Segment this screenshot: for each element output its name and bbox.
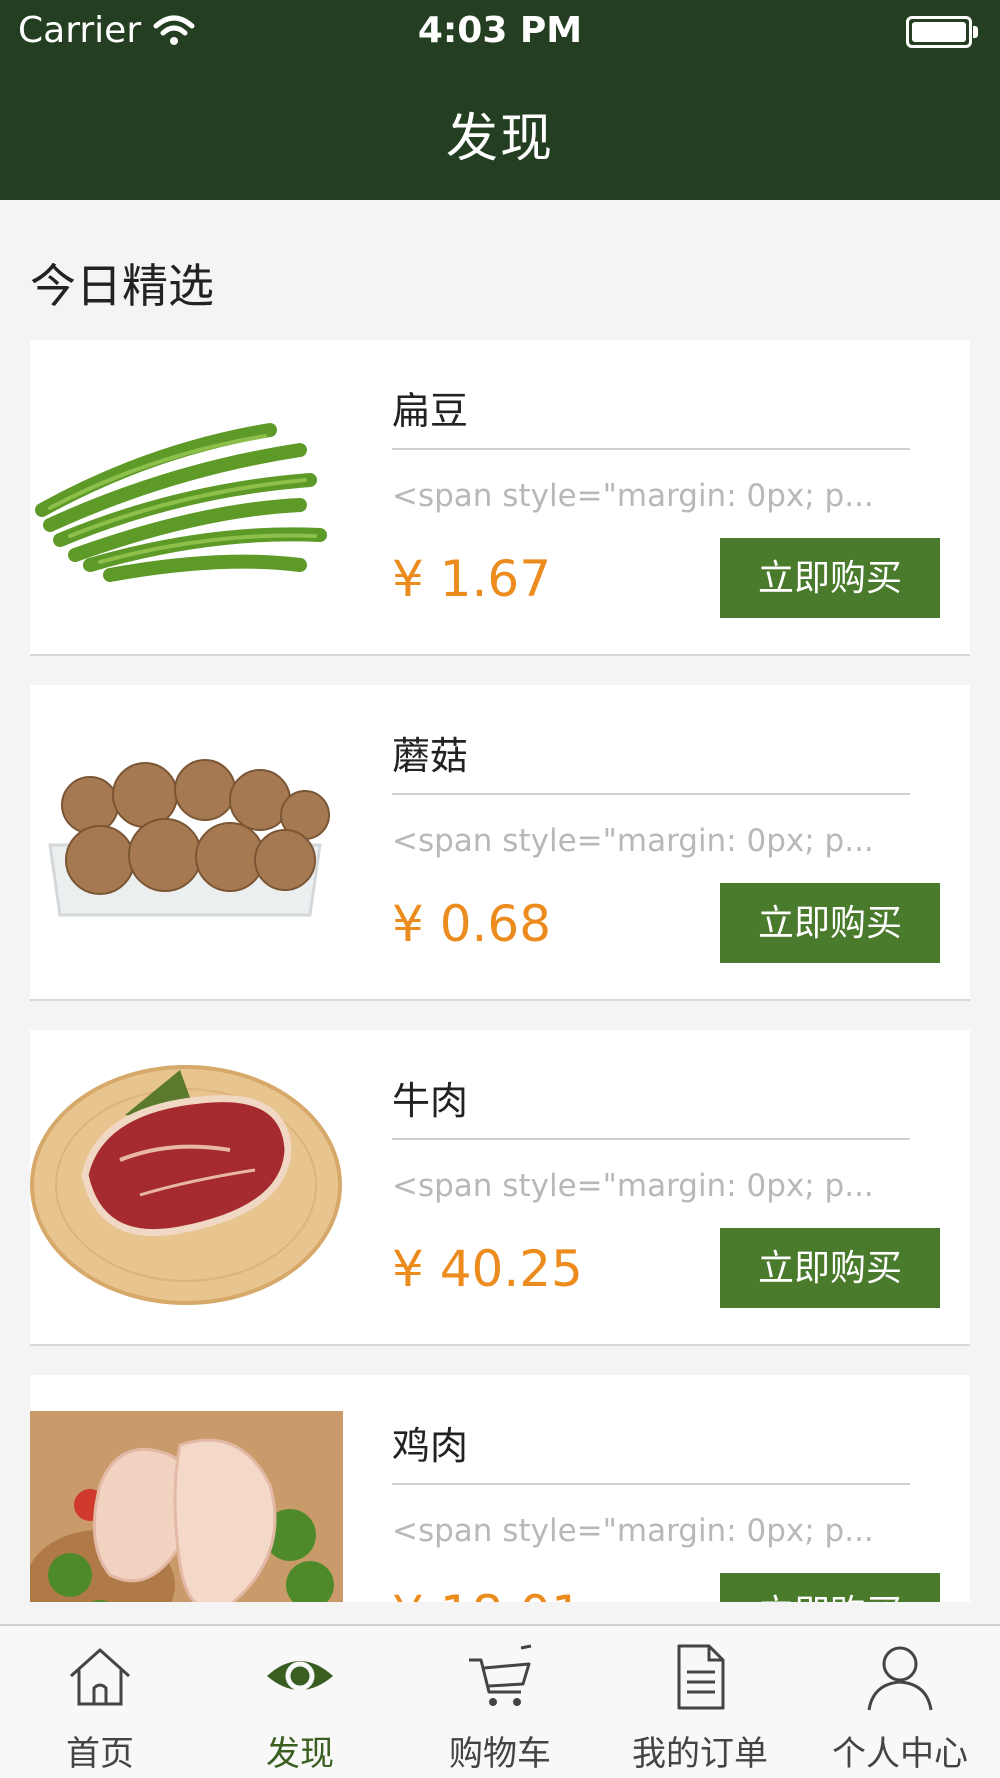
product-card[interactable]: 鸡肉 <span style="margin: 0px; p... ¥ 18.0… bbox=[30, 1375, 970, 1602]
tab-cart[interactable]: 购物车 bbox=[400, 1626, 600, 1778]
product-description: <span style="margin: 0px; p... bbox=[392, 1168, 874, 1204]
section-title: 今日精选 bbox=[30, 259, 214, 313]
product-image-beef[interactable] bbox=[30, 1030, 343, 1344]
buy-now-button[interactable]: 立即购买 bbox=[720, 1228, 940, 1308]
buy-now-button[interactable]: 立即购买 bbox=[720, 883, 940, 963]
tab-label: 购物车 bbox=[449, 1734, 551, 1774]
buy-now-button[interactable]: 立即购买 bbox=[720, 1573, 940, 1602]
product-card[interactable]: 蘑菇 <span style="margin: 0px; p... ¥ 0.68… bbox=[30, 685, 970, 1001]
product-image-chicken[interactable] bbox=[30, 1375, 343, 1602]
product-name: 鸡肉 bbox=[392, 1424, 469, 1468]
divider bbox=[392, 1483, 910, 1485]
divider bbox=[392, 448, 910, 450]
status-time: 4:03 PM bbox=[417, 10, 583, 51]
page-title: 发现 bbox=[445, 109, 554, 169]
product-image-mushrooms[interactable] bbox=[30, 685, 343, 999]
divider bbox=[392, 793, 910, 795]
cart-icon bbox=[469, 1644, 532, 1706]
document-icon bbox=[677, 1644, 725, 1710]
person-icon bbox=[867, 1646, 933, 1711]
product-description: <span style="margin: 0px; p... bbox=[392, 823, 874, 859]
product-image-beans[interactable] bbox=[30, 340, 343, 654]
tab-discover[interactable]: 发现 bbox=[200, 1626, 400, 1778]
product-list[interactable]: 扁豆 <span style="margin: 0px; p... ¥ 1.67… bbox=[0, 340, 1000, 1602]
tab-orders[interactable]: 我的订单 bbox=[600, 1626, 800, 1778]
product-price: ¥ 18.01 bbox=[392, 1585, 583, 1602]
tab-home[interactable]: 首页 bbox=[0, 1626, 200, 1778]
tab-profile[interactable]: 个人中心 bbox=[800, 1626, 1000, 1778]
tab-label: 发现 bbox=[266, 1734, 334, 1774]
tab-label: 我的订单 bbox=[632, 1734, 768, 1774]
tab-bar: 首页 发现 购物车 我的订单 个人中心 bbox=[0, 1624, 1000, 1778]
product-description: <span style="margin: 0px; p... bbox=[392, 1513, 874, 1549]
product-name: 扁豆 bbox=[392, 389, 469, 433]
tab-label: 首页 bbox=[66, 1734, 134, 1774]
product-card[interactable]: 牛肉 <span style="margin: 0px; p... ¥ 40.2… bbox=[30, 1030, 970, 1346]
product-price: ¥ 0.68 bbox=[392, 895, 552, 953]
status-bar: Carrier 4:03 PM bbox=[0, 0, 1000, 64]
product-price: ¥ 40.25 bbox=[392, 1240, 583, 1298]
divider bbox=[392, 1138, 910, 1140]
buy-now-button[interactable]: 立即购买 bbox=[720, 538, 940, 618]
navigation-header: Carrier 4:03 PM 发现 bbox=[0, 0, 1000, 200]
tab-label: 个人中心 bbox=[832, 1734, 968, 1774]
eye-icon bbox=[267, 1661, 333, 1691]
product-price: ¥ 1.67 bbox=[392, 550, 552, 608]
home-icon bbox=[69, 1648, 131, 1706]
product-description: <span style="margin: 0px; p... bbox=[392, 478, 874, 514]
product-name: 蘑菇 bbox=[392, 734, 469, 778]
product-card[interactable]: 扁豆 <span style="margin: 0px; p... ¥ 1.67… bbox=[30, 340, 970, 656]
product-name: 牛肉 bbox=[392, 1079, 469, 1123]
battery-icon bbox=[906, 16, 978, 48]
